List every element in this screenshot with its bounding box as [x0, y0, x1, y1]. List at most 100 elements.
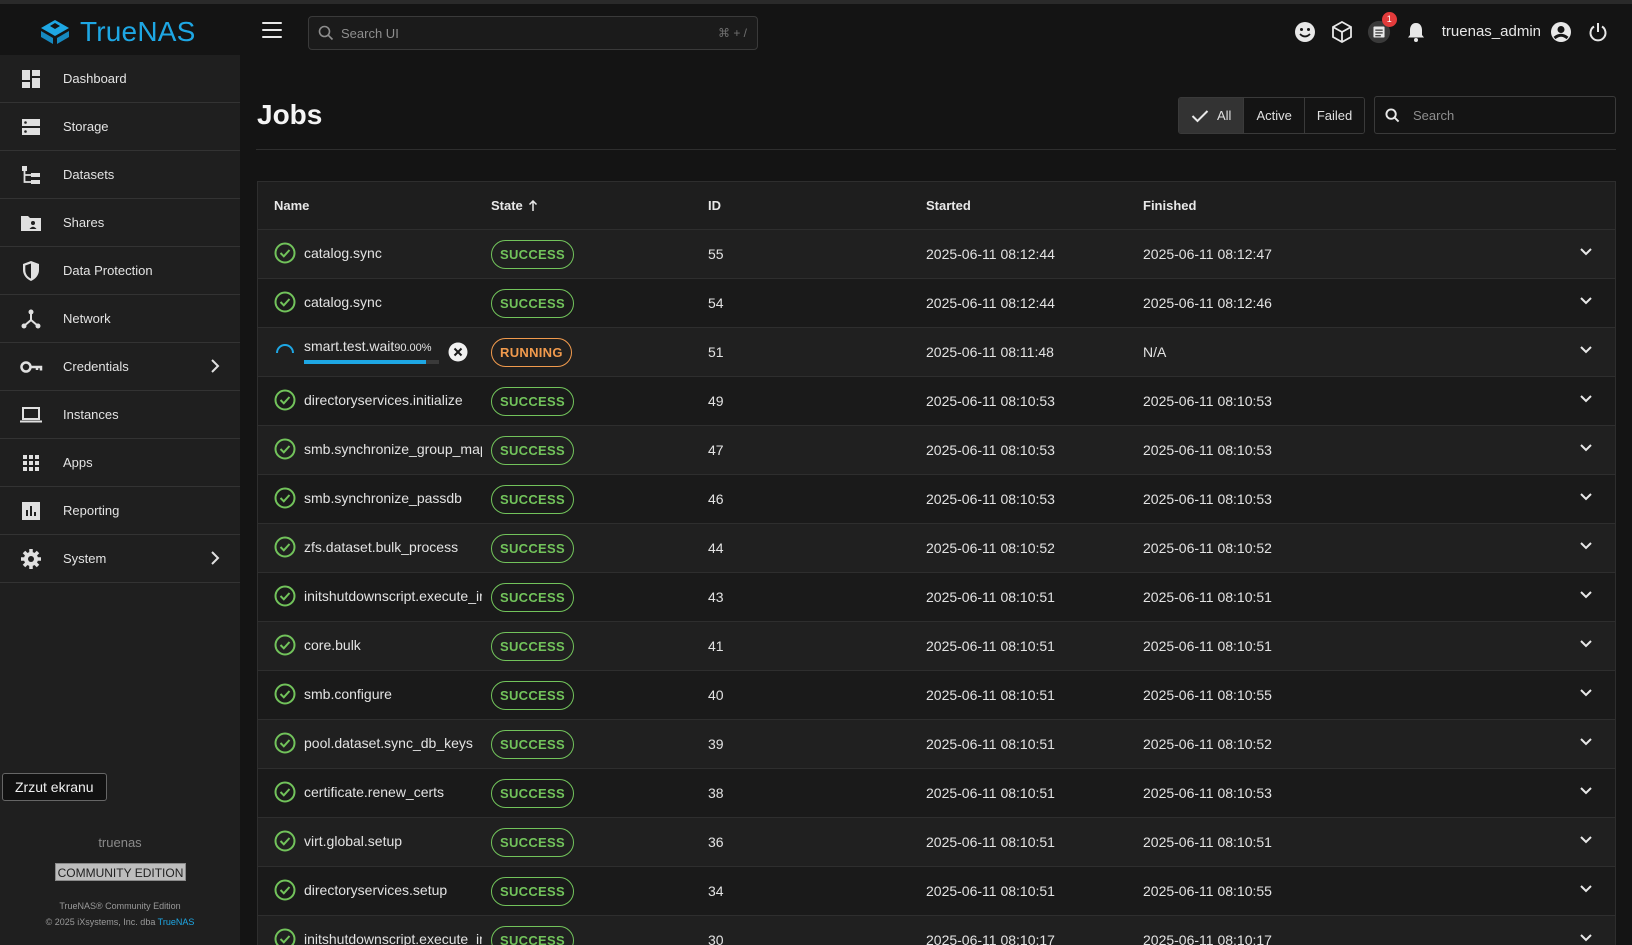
filter-all-button[interactable]: All [1179, 98, 1245, 133]
sidebar-item-label: Apps [63, 455, 93, 470]
menu-toggle-button[interactable] [262, 22, 282, 38]
jobs-icon[interactable]: 1 [1367, 11, 1397, 44]
chevron-down-icon[interactable] [1579, 541, 1593, 551]
job-id: 44 [708, 540, 724, 556]
column-header-started[interactable]: Started [926, 198, 971, 213]
progress-bar [304, 360, 439, 364]
progress-percent: 90.00% [394, 342, 432, 354]
laptop-icon [20, 407, 42, 423]
column-header-state[interactable]: State [491, 198, 538, 213]
success-check-circle-icon [274, 732, 296, 754]
job-started: 2025-06-11 08:10:51 [926, 687, 1055, 703]
filter-failed-label: Failed [1316, 108, 1353, 123]
header-divider [256, 149, 1616, 150]
table-row[interactable]: pool.dataset.sync_db_keys SUCCESS 39 202… [258, 720, 1615, 769]
loading-spinner-icon [276, 344, 294, 354]
sidebar-item-label: Instances [63, 407, 119, 422]
job-id: 43 [708, 589, 724, 605]
job-started: 2025-06-11 08:10:53 [926, 393, 1055, 409]
filter-active-button[interactable]: Active [1244, 98, 1305, 133]
abort-job-close-icon[interactable] [448, 342, 468, 362]
table-row-running[interactable]: smart.test.wait90.00% RUNNING 51 2025-06… [258, 328, 1615, 377]
chevron-down-icon[interactable] [1579, 737, 1593, 747]
job-name-cell: catalog.sync [274, 291, 482, 313]
job-id: 46 [708, 491, 724, 507]
truenas-link[interactable]: TrueNAS [158, 917, 195, 927]
state-badge: SUCCESS [491, 289, 574, 318]
table-row[interactable]: directoryservices.setup SUCCESS 34 2025-… [258, 867, 1615, 916]
column-header-id[interactable]: ID [708, 198, 721, 213]
job-id: 40 [708, 687, 724, 703]
chevron-down-icon[interactable] [1579, 443, 1593, 453]
sidebar-item-datasets[interactable]: Datasets [0, 151, 240, 199]
sidebar-item-label: Reporting [63, 503, 120, 518]
username-label[interactable]: truenas_admin [1442, 23, 1541, 40]
jobs-table: Name State ID Started Finished catalog.s… [257, 181, 1616, 945]
sidebar-item-data-protection[interactable]: Data Protection [0, 247, 240, 295]
search-icon [318, 25, 334, 41]
search-icon [1385, 108, 1400, 123]
job-id: 47 [708, 442, 724, 458]
table-row[interactable]: smb.synchronize_group_mappings SUCCESS 4… [258, 426, 1615, 475]
sidebar-item-credentials[interactable]: Credentials [0, 343, 240, 391]
sidebar-item-dashboard[interactable]: Dashboard [0, 55, 240, 103]
chevron-down-icon[interactable] [1579, 394, 1593, 404]
table-row[interactable]: catalog.sync SUCCESS 54 2025-06-11 08:12… [258, 279, 1615, 328]
table-row[interactable]: smb.configure SUCCESS 40 2025-06-11 08:1… [258, 671, 1615, 720]
jobs-search-input[interactable]: Search [1374, 96, 1616, 134]
job-finished: 2025-06-11 08:12:47 [1143, 246, 1272, 262]
sidebar-item-label: Shares [63, 215, 105, 230]
power-icon[interactable] [1586, 20, 1610, 44]
notifications-bell-icon[interactable] [1404, 20, 1428, 44]
table-row[interactable]: initshutdownscript.execute_init_tasks SU… [258, 573, 1615, 622]
filter-failed-button[interactable]: Failed [1304, 98, 1365, 133]
table-header: Name State ID Started Finished [258, 182, 1615, 230]
table-row[interactable]: zfs.dataset.bulk_process SUCCESS 44 2025… [258, 524, 1615, 573]
state-badge: SUCCESS [491, 436, 574, 465]
chevron-down-icon[interactable] [1579, 247, 1593, 257]
chevron-down-icon[interactable] [1579, 492, 1593, 502]
success-check-circle-icon [274, 683, 296, 705]
state-badge: SUCCESS [491, 877, 574, 906]
shares-folder-icon [21, 216, 41, 231]
chevron-down-icon[interactable] [1579, 933, 1593, 943]
table-row[interactable]: core.bulk SUCCESS 41 2025-06-11 08:10:51… [258, 622, 1615, 671]
sidebar-item-shares[interactable]: Shares [0, 199, 240, 247]
job-id: 51 [708, 344, 724, 360]
sidebar-item-instances[interactable]: Instances [0, 391, 240, 439]
column-header-name[interactable]: Name [274, 198, 309, 213]
job-started: 2025-06-11 08:11:48 [926, 344, 1054, 360]
chevron-down-icon[interactable] [1579, 296, 1593, 306]
state-badge: SUCCESS [491, 387, 574, 416]
table-row[interactable]: catalog.sync SUCCESS 55 2025-06-11 08:12… [258, 230, 1615, 279]
table-row[interactable]: directoryservices.initialize SUCCESS 49 … [258, 377, 1615, 426]
table-row[interactable]: initshutdownscript.execute_init_tasks SU… [258, 916, 1615, 945]
sidebar-item-system[interactable]: System [0, 535, 240, 583]
sidebar-item-reporting[interactable]: Reporting [0, 487, 240, 535]
chevron-down-icon[interactable] [1579, 345, 1593, 355]
job-name: zfs.dataset.bulk_process [304, 539, 459, 555]
table-row[interactable]: certificate.renew_certs SUCCESS 38 2025-… [258, 769, 1615, 818]
chevron-down-icon[interactable] [1579, 688, 1593, 698]
chevron-down-icon[interactable] [1579, 884, 1593, 894]
state-badge: SUCCESS [491, 240, 574, 269]
search-ui-input[interactable]: Search UI ⌘ + / [308, 16, 758, 50]
sidebar-item-network[interactable]: Network [0, 295, 240, 343]
truenas-logo[interactable]: TrueNAS [38, 16, 196, 48]
page-title: Jobs [257, 99, 323, 130]
table-row[interactable]: virt.global.setup SUCCESS 36 2025-06-11 … [258, 818, 1615, 867]
chevron-down-icon[interactable] [1579, 639, 1593, 649]
chevron-down-icon[interactable] [1579, 835, 1593, 845]
job-started: 2025-06-11 08:10:52 [926, 540, 1055, 556]
table-row[interactable]: smb.synchronize_passdb SUCCESS 46 2025-0… [258, 475, 1615, 524]
truecommand-icon[interactable] [1330, 20, 1354, 44]
sidebar-item-apps[interactable]: Apps [0, 439, 240, 487]
reporting-chart-icon [22, 502, 40, 520]
chevron-down-icon[interactable] [1579, 786, 1593, 796]
user-account-icon[interactable] [1549, 20, 1573, 44]
chevron-down-icon[interactable] [1579, 590, 1593, 600]
feedback-icon[interactable] [1293, 20, 1317, 44]
column-header-finished[interactable]: Finished [1143, 198, 1196, 213]
sidebar-item-storage[interactable]: Storage [0, 103, 240, 151]
edition-badge: COMMUNITY EDITION [55, 863, 186, 881]
